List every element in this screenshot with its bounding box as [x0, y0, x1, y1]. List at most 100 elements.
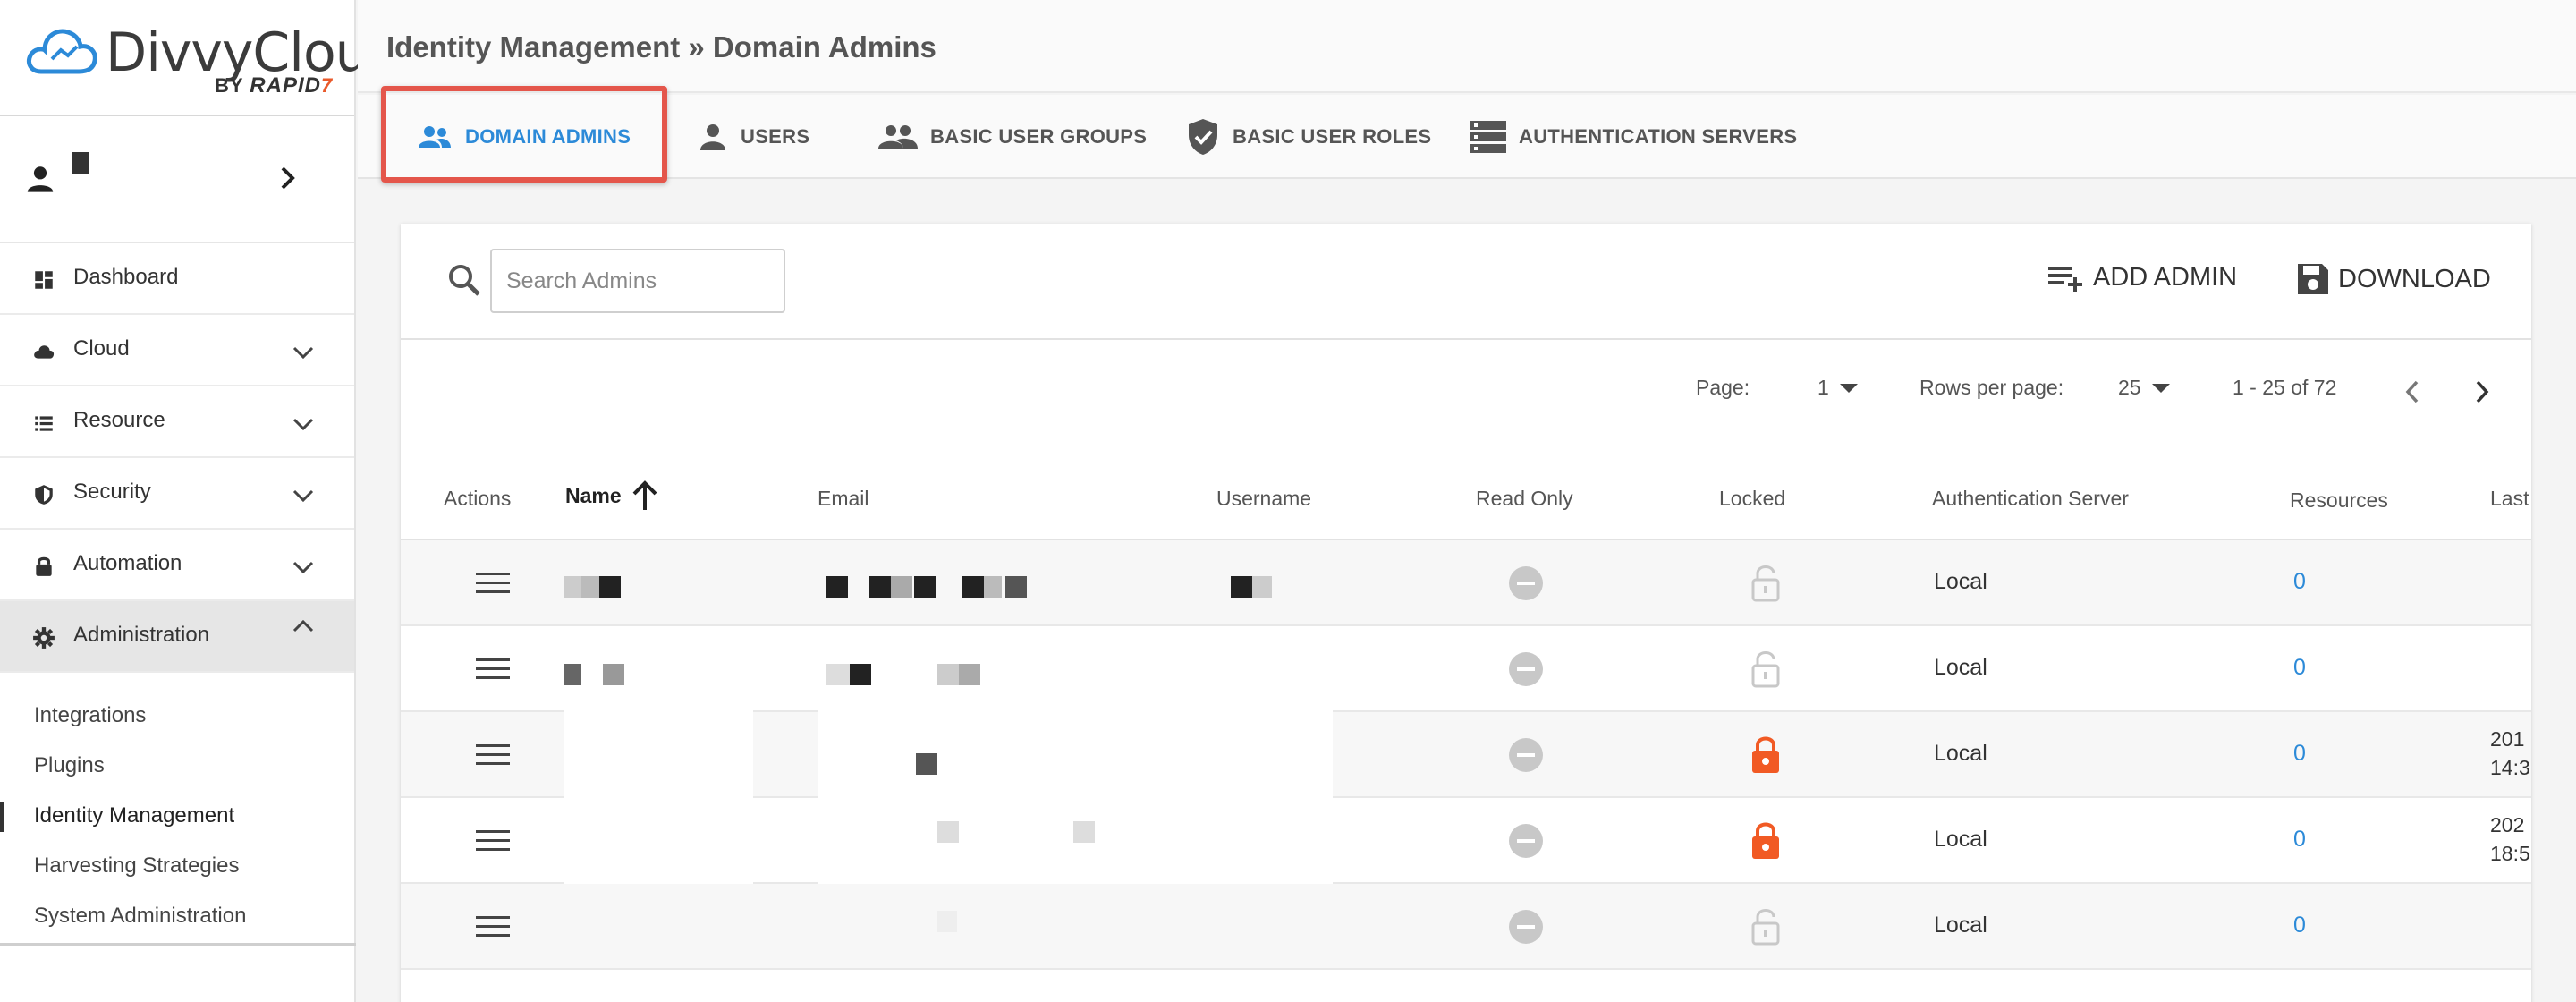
redacted-block — [564, 664, 581, 685]
nav-automation[interactable]: Automation — [0, 530, 354, 601]
chevron-down-icon — [292, 561, 314, 574]
table-row[interactable]: Local 0 202 18:5 — [401, 798, 2531, 884]
admins-table-card: ADD ADMIN DOWNLOAD Page: 1 Rows per page… — [401, 224, 2531, 1002]
redacted-block — [937, 911, 957, 932]
auth-server: Local — [1934, 655, 1987, 680]
nav-dashboard[interactable]: Dashboard — [0, 243, 354, 315]
brand-maker: RAPID — [250, 73, 321, 98]
server-icon — [1470, 121, 1506, 153]
tab-users[interactable]: USERS — [698, 95, 809, 179]
tab-bar: DOMAIN ADMINS USERS BASIC USER GROUPS BA… — [358, 95, 2576, 179]
redacted-block — [891, 576, 912, 598]
col-email[interactable]: Email — [818, 487, 869, 511]
add-admin-button[interactable]: ADD ADMIN — [2046, 261, 2237, 293]
minus-circle-icon — [1509, 738, 1543, 772]
sub-nav-label: Identity Management — [34, 803, 235, 828]
nav-cloud[interactable]: Cloud — [0, 315, 354, 386]
redacted-block — [959, 664, 980, 685]
sub-nav-integrations[interactable]: Integrations — [0, 691, 354, 741]
brand-by: BY RAPID7 — [215, 73, 333, 98]
table-row[interactable]: Local 0 — [401, 626, 2531, 712]
unlocked-icon — [1750, 905, 1782, 951]
pagination: Page: 1 Rows per page: 25 1 - 25 of 72 — [401, 340, 2531, 451]
redacted-block — [599, 576, 621, 598]
auth-server: Local — [1934, 569, 1987, 594]
auth-server: Local — [1934, 827, 1987, 852]
table-row[interactable]: Local 0 — [401, 540, 2531, 626]
sub-nav-identity-management[interactable]: Identity Management — [0, 791, 354, 841]
chevron-right-icon[interactable] — [2474, 379, 2490, 404]
row-menu-icon[interactable] — [476, 571, 510, 596]
row-menu-icon[interactable] — [476, 828, 510, 853]
col-resources[interactable]: Resources — [2290, 488, 2388, 513]
col-locked[interactable]: Locked — [1719, 487, 1785, 511]
nav-resource[interactable]: Resource — [0, 386, 354, 458]
nav-label: Administration — [73, 623, 210, 647]
resources-link[interactable]: 0 — [2293, 827, 2306, 853]
auth-server: Local — [1934, 741, 1987, 766]
col-name[interactable]: Name — [565, 480, 659, 512]
sub-nav-plugins[interactable]: Plugins — [0, 741, 354, 791]
add-admin-label: ADD ADMIN — [2093, 262, 2238, 292]
nav-administration[interactable]: Administration — [0, 601, 354, 673]
table-row[interactable]: Local 0 201 14:3 — [401, 712, 2531, 798]
minus-circle-icon — [1509, 652, 1543, 686]
sub-nav-label: Integrations — [34, 703, 147, 727]
search-input[interactable] — [490, 249, 785, 313]
brand-by-text: BY — [215, 74, 244, 97]
search-icon — [449, 265, 480, 296]
resources-link[interactable]: 0 — [2293, 913, 2306, 938]
col-last[interactable]: Last — [2490, 487, 2529, 511]
chevron-left-icon[interactable] — [2404, 379, 2420, 404]
chevron-down-icon — [292, 489, 314, 503]
redacted-block — [581, 576, 599, 598]
resources-link[interactable]: 0 — [2293, 741, 2306, 767]
minus-circle-icon — [1509, 910, 1543, 944]
redacted-block — [914, 576, 936, 598]
page-select[interactable]: 1 — [1818, 376, 1858, 400]
tab-label: BASIC USER ROLES — [1233, 125, 1432, 148]
download-label: DOWNLOAD — [2338, 264, 2491, 293]
download-button[interactable]: DOWNLOAD — [2295, 261, 2491, 297]
redacted-block — [603, 664, 624, 685]
table-header: Actions Name Email Username Read Only Lo… — [401, 451, 2531, 540]
redacted-area — [564, 712, 753, 798]
sub-nav-harvesting-strategies[interactable]: Harvesting Strategies — [0, 841, 354, 891]
nav-security[interactable]: Security — [0, 458, 354, 530]
resources-link[interactable]: 0 — [2293, 569, 2306, 595]
rapid7-mark: 7 — [320, 74, 334, 97]
dashboard-icon — [35, 271, 53, 289]
tab-label: BASIC USER GROUPS — [930, 125, 1148, 148]
table-row[interactable]: Local 0 — [401, 884, 2531, 970]
shield-icon — [35, 485, 53, 505]
col-authentication-server[interactable]: Authentication Server — [1932, 487, 2129, 511]
redacted-block — [1252, 576, 1272, 598]
user-profile[interactable] — [0, 116, 354, 243]
tab-authentication-servers[interactable]: AUTHENTICATION SERVERS — [1470, 95, 1797, 179]
sidebar: DivvyCloud BY RAPID7 Dashboard Cloud Res… — [0, 0, 402, 1002]
col-actions: Actions — [444, 487, 512, 510]
tab-basic-user-roles[interactable]: BASIC USER ROLES — [1186, 95, 1431, 179]
redacted-area — [818, 712, 1333, 798]
redacted-block — [937, 821, 959, 843]
redacted-area — [818, 626, 1333, 712]
rows-label: Rows per page: — [1919, 376, 2064, 399]
save-icon — [2295, 261, 2331, 297]
tab-basic-user-groups[interactable]: BASIC USER GROUPS — [878, 95, 1147, 179]
chevron-right-icon[interactable] — [279, 165, 297, 191]
col-read-only[interactable]: Read Only — [1476, 487, 1573, 511]
row-menu-icon[interactable] — [476, 743, 510, 768]
row-menu-icon[interactable] — [476, 657, 510, 682]
locked-icon — [1750, 819, 1782, 865]
sub-nav-system-administration[interactable]: System Administration — [0, 891, 354, 941]
redacted-block — [869, 576, 891, 598]
redacted-block — [916, 753, 937, 775]
resources-link[interactable]: 0 — [2293, 655, 2306, 681]
redacted-block — [564, 576, 581, 598]
col-username[interactable]: Username — [1216, 487, 1311, 511]
logo[interactable]: DivvyCloud BY RAPID7 — [0, 0, 402, 116]
row-menu-icon[interactable] — [476, 914, 510, 939]
redacted-block — [826, 664, 850, 685]
nav-label: Resource — [73, 408, 165, 432]
rows-select[interactable]: 25 — [2118, 376, 2170, 400]
